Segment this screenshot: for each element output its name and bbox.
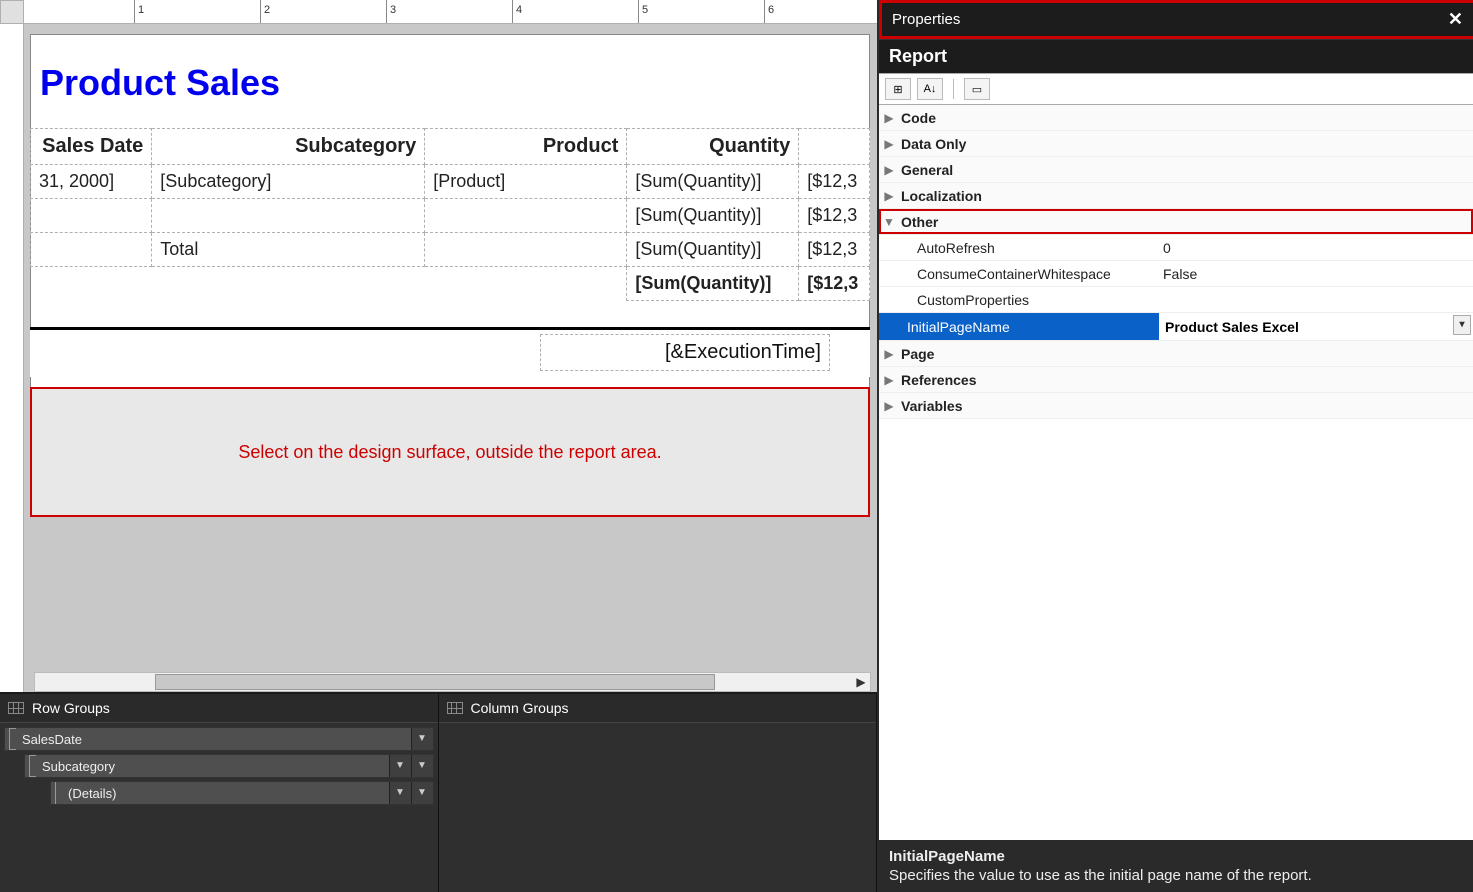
prop-customproperties[interactable]: CustomProperties bbox=[879, 287, 1473, 313]
groups-panel: Row Groups SalesDate ▼ Subcategory ▼ ▼ bbox=[0, 692, 877, 892]
chevron-down-icon[interactable]: ▼ bbox=[411, 728, 433, 750]
cell-qty-2[interactable]: [Sum(Quantity)] bbox=[627, 199, 799, 233]
chevron-down-icon[interactable]: ▼ bbox=[411, 755, 433, 777]
cell-amt[interactable]: [$12,3 bbox=[799, 165, 870, 199]
chevron-right-icon[interactable]: ▶ bbox=[879, 347, 899, 361]
cell-total-label[interactable]: Total bbox=[152, 233, 425, 267]
cell-product[interactable]: [Product] bbox=[425, 165, 627, 199]
ruler-tick-5: 5 bbox=[638, 0, 648, 23]
ruler-tick-1: 1 bbox=[134, 0, 144, 23]
chevron-right-icon[interactable]: ▶ bbox=[879, 373, 899, 387]
ruler-tick-2: 2 bbox=[260, 0, 270, 23]
cat-variables[interactable]: ▶ Variables bbox=[879, 393, 1473, 419]
prop-consumewhitespace[interactable]: ConsumeContainerWhitespace False bbox=[879, 261, 1473, 287]
ruler-tick-3: 3 bbox=[386, 0, 396, 23]
exec-time[interactable]: [&ExecutionTime] bbox=[540, 334, 830, 371]
report-designer[interactable]: 1 2 3 4 5 6 Product Sales Sales Date Sub… bbox=[0, 0, 877, 692]
col-quantity[interactable]: Quantity bbox=[627, 129, 799, 165]
properties-toolbar: ⊞ A↓ ▭ bbox=[879, 73, 1473, 105]
design-canvas[interactable]: Product Sales Sales Date Subcategory Pro… bbox=[24, 24, 877, 672]
cell-qty-grand[interactable]: [Sum(Quantity)] bbox=[627, 267, 799, 301]
column-groups-body[interactable] bbox=[439, 723, 877, 892]
report-footer[interactable]: [&ExecutionTime] bbox=[30, 327, 870, 377]
row-group-details[interactable]: (Details) ▼ ▼ bbox=[50, 781, 434, 805]
sort-az-icon[interactable]: A↓ bbox=[917, 78, 943, 100]
properties-panel: Properties ✕ Report ⊞ A↓ ▭ ▶ Code ▶ Data… bbox=[879, 0, 1473, 892]
cat-code[interactable]: ▶ Code bbox=[879, 105, 1473, 131]
chevron-down-icon[interactable]: ▼ bbox=[879, 215, 899, 229]
ruler-tick-6: 6 bbox=[764, 0, 774, 23]
grid-icon bbox=[447, 702, 463, 714]
report-title[interactable]: Product Sales bbox=[30, 34, 870, 128]
scroll-right-icon[interactable]: ▶ bbox=[852, 673, 870, 691]
property-description: InitialPageName Specifies the value to u… bbox=[879, 840, 1473, 892]
chevron-down-icon[interactable]: ▼ bbox=[389, 782, 411, 804]
properties-title: Properties ✕ bbox=[879, 0, 1473, 39]
chevron-right-icon[interactable]: ▶ bbox=[879, 163, 899, 177]
cell-subcat[interactable]: [Subcategory] bbox=[152, 165, 425, 199]
cat-references[interactable]: ▶ References bbox=[879, 367, 1473, 393]
ruler-corner bbox=[0, 0, 24, 24]
cell-amt-grand[interactable]: [$12,3 bbox=[799, 267, 870, 301]
ruler-vertical[interactable] bbox=[0, 24, 24, 692]
cat-general[interactable]: ▶ General bbox=[879, 157, 1473, 183]
col-salesdate[interactable]: Sales Date bbox=[31, 129, 152, 165]
property-pages-icon[interactable]: ▭ bbox=[964, 78, 990, 100]
cell-date[interactable]: 31, 2000] bbox=[31, 165, 152, 199]
ruler-horizontal[interactable]: 1 2 3 4 5 6 bbox=[24, 0, 877, 24]
tablix[interactable]: Sales Date Subcategory Product Quantity … bbox=[30, 128, 870, 301]
ruler-tick-4: 4 bbox=[512, 0, 522, 23]
chevron-right-icon[interactable]: ▶ bbox=[879, 137, 899, 151]
prop-initialpagename[interactable]: InitialPageName Product Sales Excel ▾ bbox=[879, 313, 1473, 341]
column-groups-header: Column Groups bbox=[439, 694, 877, 723]
categorized-icon[interactable]: ⊞ bbox=[885, 78, 911, 100]
properties-grid[interactable]: ▶ Code ▶ Data Only ▶ General ▶ Localizat… bbox=[879, 105, 1473, 840]
row-groups-header: Row Groups bbox=[0, 694, 438, 723]
row-group-salesdate[interactable]: SalesDate ▼ bbox=[4, 727, 434, 751]
callout-hint: Select on the design surface, outside th… bbox=[30, 387, 870, 517]
cat-page[interactable]: ▶ Page bbox=[879, 341, 1473, 367]
chevron-down-icon[interactable]: ▼ bbox=[411, 782, 433, 804]
dropdown-icon[interactable]: ▾ bbox=[1453, 315, 1471, 335]
grid-icon bbox=[8, 702, 24, 714]
chevron-right-icon[interactable]: ▶ bbox=[879, 399, 899, 413]
cat-other[interactable]: ▼ Other bbox=[879, 209, 1473, 235]
cat-data-only[interactable]: ▶ Data Only bbox=[879, 131, 1473, 157]
properties-object[interactable]: Report bbox=[879, 39, 1473, 73]
hscrollbar[interactable]: ◀ ▶ bbox=[34, 672, 871, 692]
col-subcategory[interactable]: Subcategory bbox=[152, 129, 425, 165]
close-icon[interactable]: ✕ bbox=[1448, 9, 1463, 30]
chevron-right-icon[interactable]: ▶ bbox=[879, 189, 899, 203]
cell-qty-3[interactable]: [Sum(Quantity)] bbox=[627, 233, 799, 267]
chevron-down-icon[interactable]: ▼ bbox=[389, 755, 411, 777]
row-group-subcategory[interactable]: Subcategory ▼ ▼ bbox=[24, 754, 434, 778]
prop-autorefresh[interactable]: AutoRefresh 0 bbox=[879, 235, 1473, 261]
cell-amt-2[interactable]: [$12,3 bbox=[799, 199, 870, 233]
chevron-right-icon[interactable]: ▶ bbox=[879, 111, 899, 125]
scroll-thumb[interactable] bbox=[155, 674, 715, 690]
cell-amt-3[interactable]: [$12,3 bbox=[799, 233, 870, 267]
cell-qty[interactable]: [Sum(Quantity)] bbox=[627, 165, 799, 199]
cat-localization[interactable]: ▶ Localization bbox=[879, 183, 1473, 209]
col-product[interactable]: Product bbox=[425, 129, 627, 165]
